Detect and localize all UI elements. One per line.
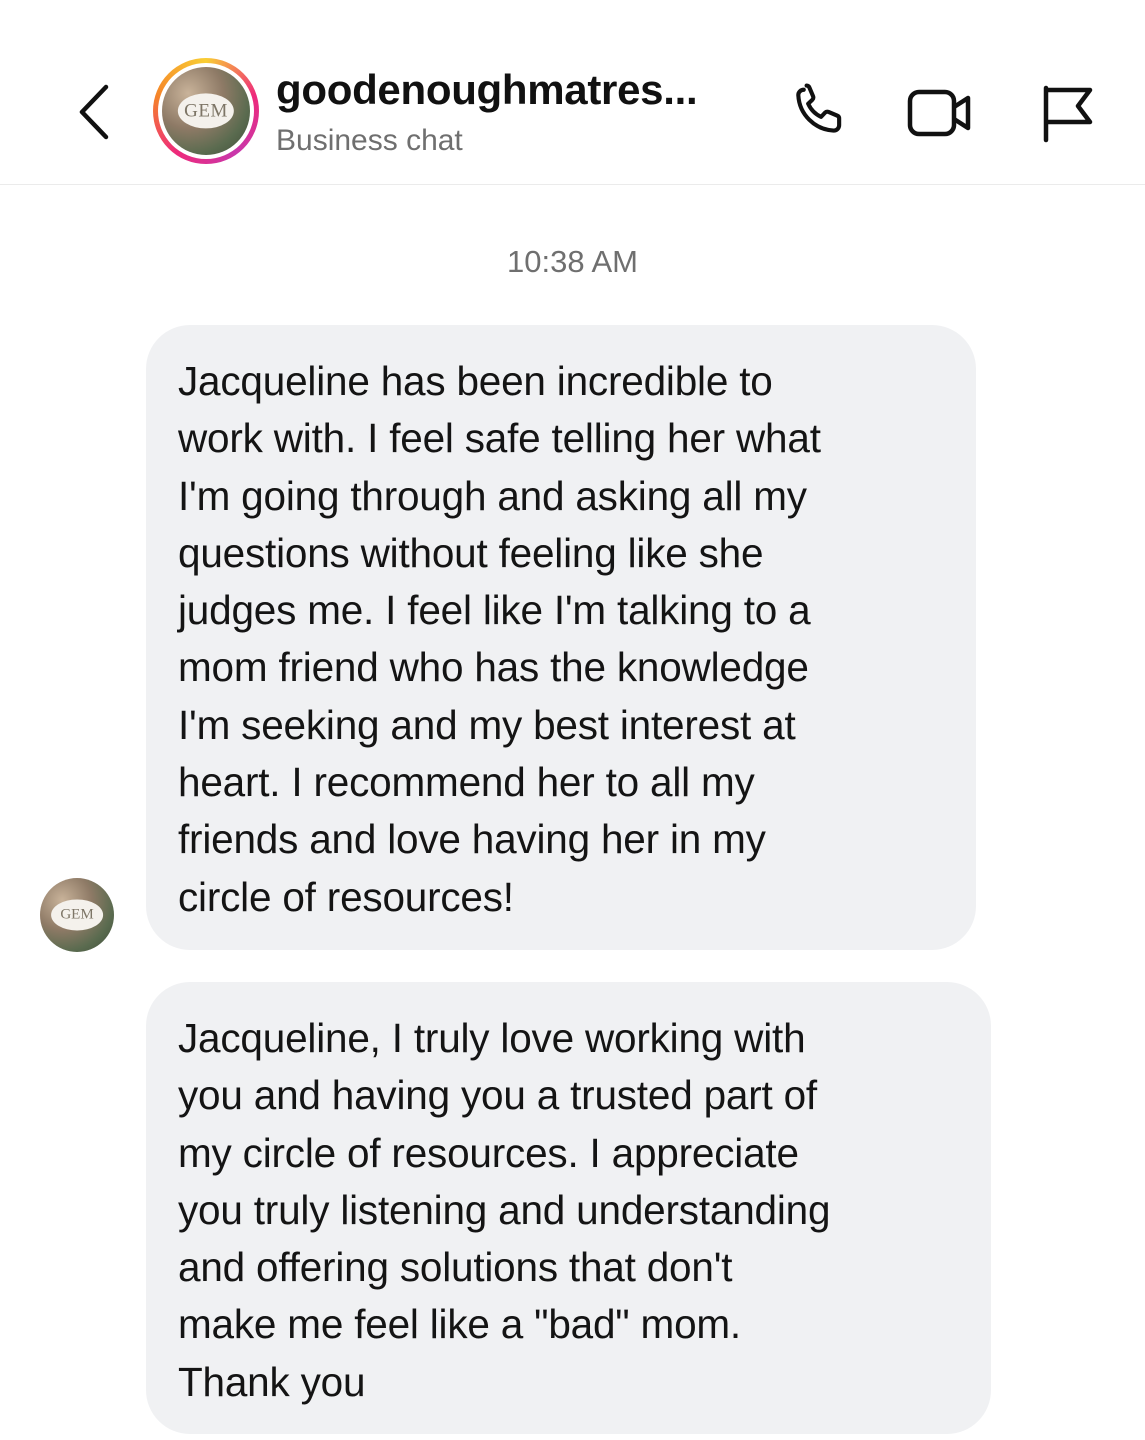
back-button[interactable]: [62, 72, 126, 152]
avatar-logo-text: GEM: [177, 93, 235, 129]
chat-title[interactable]: goodenoughmatres...: [276, 66, 698, 114]
message-line: my circle of resources. I appreciate: [178, 1129, 799, 1176]
video-call-button[interactable]: [905, 78, 975, 148]
message-line: Jacqueline has been incredible to: [178, 358, 773, 404]
message-line: questions without feeling like she: [178, 529, 764, 576]
message-line: you truly listening and understanding: [178, 1186, 831, 1233]
message-line: I'm going through and asking all my: [178, 472, 807, 519]
profile-avatar[interactable]: GEM: [153, 58, 259, 164]
message-bubble[interactable]: Jacqueline, I truly love working with yo…: [146, 982, 991, 1434]
message-bubble[interactable]: Jacqueline has been incredible to work w…: [146, 325, 976, 950]
chevron-left-icon: [79, 84, 109, 140]
message-line: friends and love having her in my: [178, 816, 766, 863]
message-line: circle of resources!: [178, 873, 514, 920]
call-button[interactable]: [784, 78, 854, 148]
phone-icon: [796, 83, 842, 133]
video-camera-icon: [907, 89, 971, 137]
flag-icon: [1043, 85, 1093, 143]
message-line: judges me. I feel like I'm talking to a: [178, 587, 811, 634]
message-line: make me feel like a "bad" mom.: [178, 1301, 741, 1348]
sender-avatar-logo-text: GEM: [51, 899, 103, 931]
chat-subtitle: Business chat: [276, 124, 463, 157]
message-line: mom friend who has the knowledge: [178, 644, 809, 691]
message-line: I'm seeking and my best interest at: [178, 701, 796, 748]
sender-avatar[interactable]: GEM: [40, 878, 114, 952]
message-line: Thank you: [178, 1358, 366, 1405]
message-line: and offering solutions that don't: [178, 1244, 733, 1291]
message-line: heart. I recommend her to all my: [178, 759, 755, 806]
report-button[interactable]: [1030, 78, 1100, 148]
message-timestamp: 10:38 AM: [507, 244, 638, 279]
message-line: work with. I feel safe telling her what: [178, 415, 821, 462]
chat-header: GEM goodenoughmatres... Business chat: [0, 0, 1145, 185]
message-line: you and having you a trusted part of: [178, 1072, 817, 1119]
avatar-image: GEM: [162, 67, 250, 155]
message-line: Jacqueline, I truly love working with: [178, 1015, 806, 1061]
